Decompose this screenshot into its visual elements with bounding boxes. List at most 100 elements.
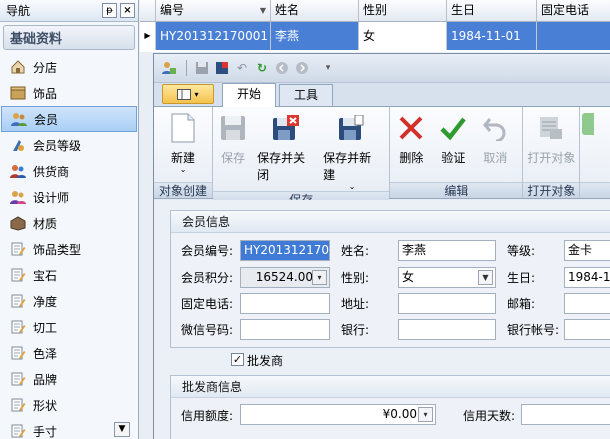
bank-field[interactable] — [398, 319, 496, 340]
points-spin-icon[interactable]: ▾ — [312, 270, 327, 285]
new-button[interactable]: 新建 ⌄ — [162, 111, 204, 174]
save-icon[interactable] — [193, 59, 211, 77]
birthday-field[interactable]: 1984-11-01 — [564, 267, 610, 288]
group-object-create: 新建 ⌄ 对象创建 — [154, 107, 214, 198]
undo-icon[interactable]: ↶ — [233, 59, 251, 77]
open-object-icon — [534, 111, 568, 145]
name-label: 姓名: — [341, 244, 370, 258]
sidebar-item-6[interactable]: 材质 — [1, 210, 137, 236]
back-icon[interactable] — [273, 59, 291, 77]
points-value: 16524.00 — [255, 270, 313, 284]
save-and-close-label: 保存并关闭 — [257, 151, 306, 182]
column-header-name[interactable]: 姓名 — [271, 0, 359, 21]
open-object-label: 打开对象 — [527, 151, 576, 165]
phone-field[interactable] — [240, 293, 330, 314]
bank-label: 银行: — [341, 323, 370, 337]
open-object-button[interactable]: 打开对象 — [523, 111, 579, 166]
column-header-name-label: 姓名 — [275, 3, 300, 17]
house-icon — [9, 59, 27, 75]
sidebar-item-7[interactable]: 饰品类型 — [1, 236, 137, 262]
gender-select[interactable]: 女 ▼ — [398, 267, 496, 288]
address-field[interactable] — [398, 293, 496, 314]
chevron-down-icon[interactable]: ▾ — [418, 407, 433, 422]
app-members-icon — [160, 59, 178, 77]
cell-phone[interactable] — [537, 22, 610, 50]
sidebar-item-label: 会员 — [34, 112, 59, 127]
group-caption-edit: 编辑 — [390, 182, 523, 198]
credit-limit-field[interactable]: ¥0.00 ▾ — [240, 404, 436, 425]
sidebar-item-3[interactable]: 会员等级 — [1, 132, 137, 158]
sidebar-item-label: 净度 — [33, 294, 58, 309]
application-menu-button[interactable]: ▾ — [162, 84, 214, 104]
save-close-icon — [269, 111, 303, 145]
pin-button[interactable]: ᵽ — [102, 3, 117, 18]
sidebar-item-label: 手寸 — [33, 424, 58, 439]
points-label: 会员积分: — [181, 271, 234, 285]
column-header-gender[interactable]: 性别 — [359, 0, 447, 21]
members-grid[interactable]: 编号 ▼ 姓名 性别 生日 固定电话 ▶ HY201312170001 李燕 女 … — [140, 0, 610, 52]
edit-doc-icon — [9, 371, 27, 387]
sidebar-item-9[interactable]: 净度 — [1, 288, 137, 314]
sidebar-item-11[interactable]: 色泽 — [1, 340, 137, 366]
edit-doc-icon — [9, 293, 27, 309]
material-icon — [9, 215, 27, 231]
row-indicator-header — [140, 0, 156, 21]
column-header-phone[interactable]: 固定电话 — [537, 0, 610, 21]
cell-name[interactable]: 李燕 — [271, 22, 359, 50]
chevron-down-icon[interactable]: ▼ — [478, 270, 493, 285]
nav-section-basic-data[interactable]: 基础资料 — [3, 25, 135, 50]
delete-x-icon — [394, 111, 428, 145]
credit-limit-label: 信用额度: — [181, 409, 234, 423]
save-and-new-button[interactable]: 保存并新建 ⌄ — [319, 111, 385, 191]
sidebar-item-12[interactable]: 品牌 — [1, 366, 137, 392]
sidebar-item-4[interactable]: 供货商 — [1, 158, 137, 184]
sidebar-item-8[interactable]: 宝石 — [1, 262, 137, 288]
sidebar-item-1[interactable]: 饰品 — [1, 80, 137, 106]
sidebar-item-5[interactable]: 设计师 — [1, 184, 137, 210]
bank-account-field[interactable] — [564, 319, 610, 340]
sidebar-item-2[interactable]: 会员 — [1, 106, 137, 132]
cancel-button-label: 取消 — [483, 151, 508, 165]
cell-id[interactable]: HY201312170001 — [156, 22, 271, 50]
wholesaler-checkbox[interactable]: ✓ — [231, 353, 244, 366]
email-field[interactable] — [564, 293, 610, 314]
level-icon — [9, 137, 27, 153]
sidebar-item-label: 切工 — [33, 320, 58, 335]
level-field[interactable]: 金卡 — [564, 240, 610, 261]
refresh-icon[interactable]: ↻ — [253, 59, 271, 77]
sidebar-item-10[interactable]: 切工 — [1, 314, 137, 340]
tab-start[interactable]: 开始 — [222, 83, 277, 107]
phone-label: 固定电话: — [181, 297, 234, 311]
column-header-id[interactable]: 编号 ▼ — [156, 0, 271, 21]
save-close-icon[interactable] — [213, 59, 231, 77]
cell-birthday[interactable]: 1984-11-01 — [447, 22, 537, 50]
credit-days-field[interactable] — [521, 404, 610, 425]
validate-button[interactable]: 验证 — [432, 111, 474, 166]
points-field[interactable]: 16524.00 ▾ — [240, 267, 330, 288]
customize-toolbar-icon[interactable]: ▾ — [319, 59, 337, 77]
member-no-field[interactable]: HY201312170001 — [240, 240, 330, 261]
delete-button[interactable]: 删除 — [390, 111, 432, 166]
cancel-button[interactable]: 取消 — [474, 111, 516, 166]
sidebar-item-label: 会员等级 — [33, 138, 82, 153]
table-row[interactable]: ▶ HY201312170001 李燕 女 1984-11-01 — [140, 22, 610, 50]
column-header-phone-label: 固定电话 — [541, 3, 590, 17]
tab-tools[interactable]: 工具 — [279, 84, 334, 106]
sidebar-item-13[interactable]: 形状 — [1, 392, 137, 418]
save-and-close-button[interactable]: 保存并关闭 — [253, 111, 319, 183]
edit-doc-icon — [9, 345, 27, 361]
save-button[interactable]: 保存 — [213, 111, 253, 166]
group-overflow — [580, 107, 610, 198]
cell-gender[interactable]: 女 — [359, 22, 447, 50]
ribbon: 新建 ⌄ 对象创建 保存 保存并关闭 保存并新建 ⌄ 删除 验证 取消 编辑 打… — [154, 107, 610, 207]
wechat-field[interactable] — [240, 319, 330, 340]
name-field[interactable]: 李燕 — [398, 240, 496, 261]
nav-scroll-down-button[interactable]: ▼ — [114, 422, 130, 437]
wholesaler-info-title: 批发商信息 — [171, 376, 610, 398]
forward-icon[interactable] — [293, 59, 311, 77]
sidebar-item-0[interactable]: 分店 — [1, 54, 137, 80]
birthday-label: 生日: — [507, 271, 536, 285]
close-button[interactable]: × — [120, 3, 135, 18]
column-header-birthday[interactable]: 生日 — [447, 0, 537, 21]
level-label: 等级: — [507, 244, 536, 258]
